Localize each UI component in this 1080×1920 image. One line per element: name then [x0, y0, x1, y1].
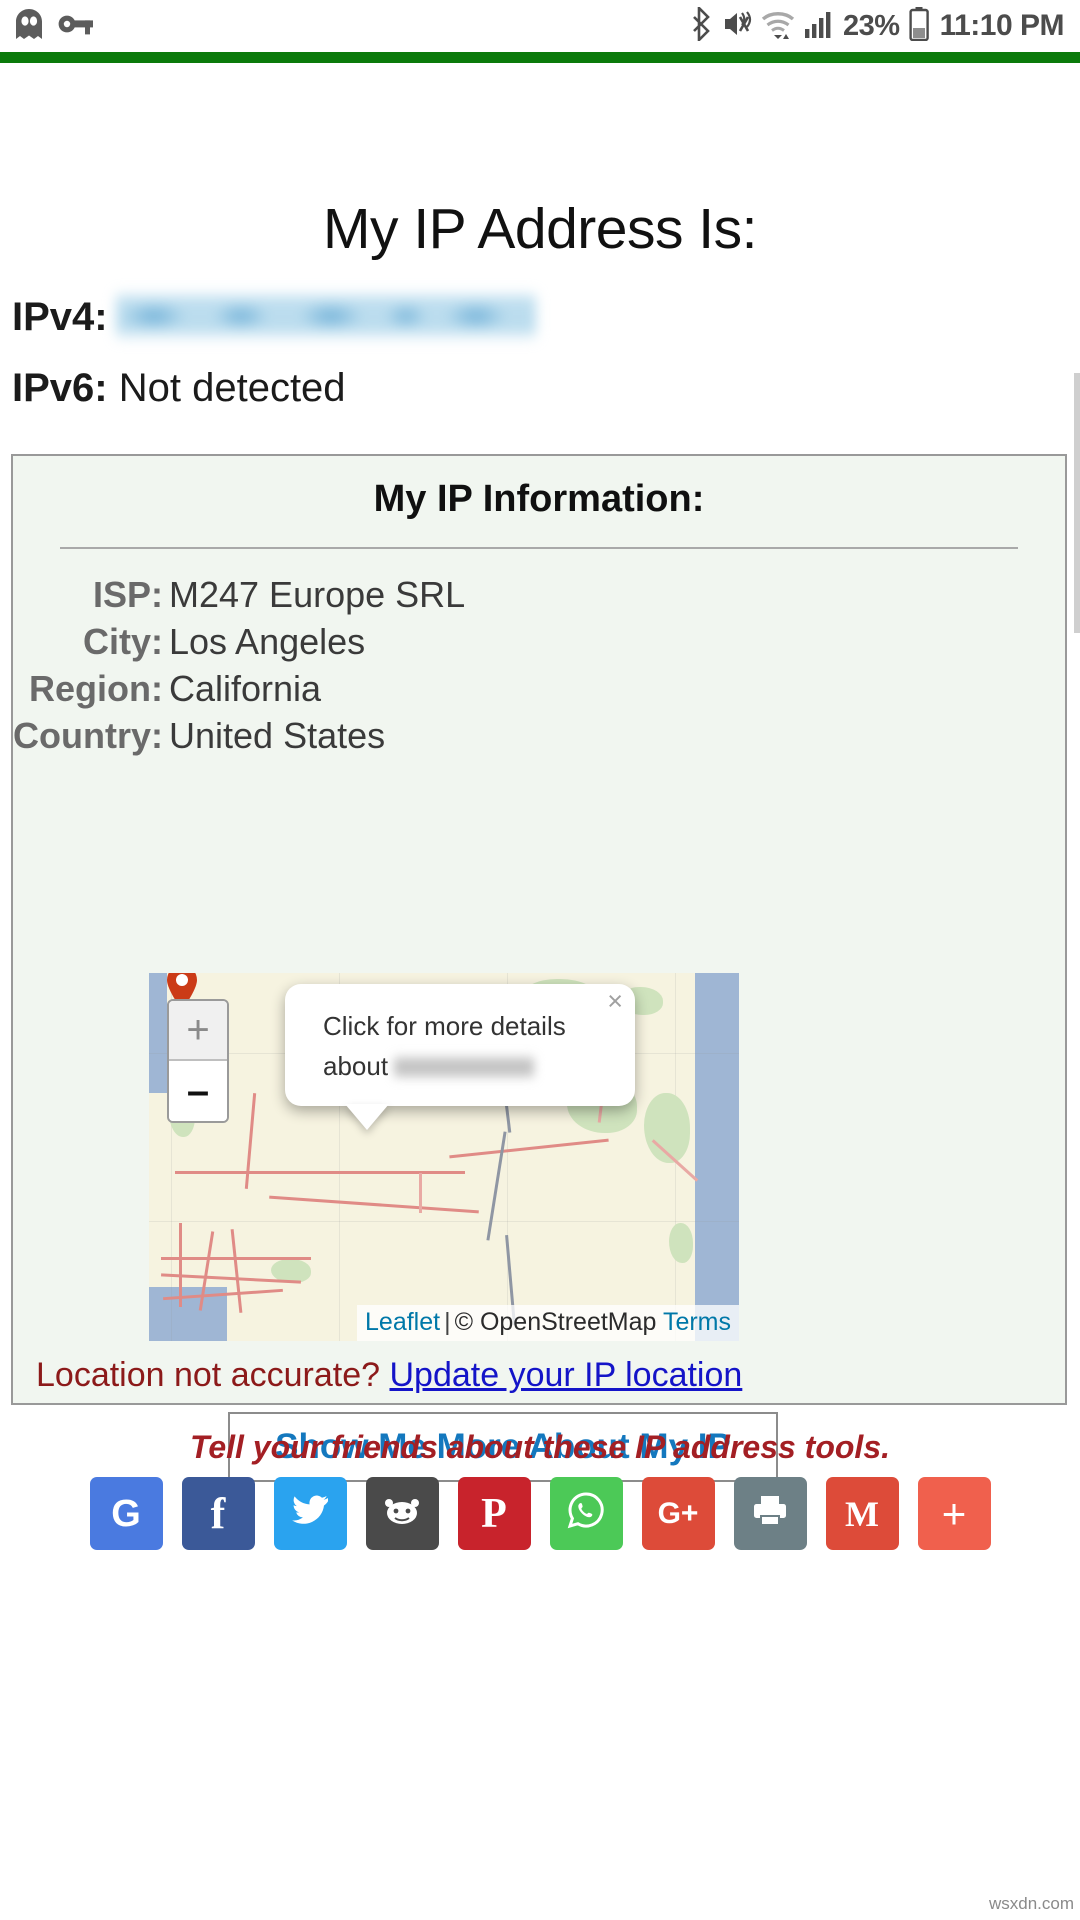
- vpn-key-icon: [58, 12, 94, 41]
- isp-value: M247 Europe SRL: [169, 574, 466, 615]
- city-label: City:: [83, 621, 163, 662]
- whatsapp-share-button[interactable]: [549, 1477, 623, 1550]
- popup-tip: [345, 1104, 389, 1130]
- share-tagline: Tell your friends about these IP address…: [190, 1429, 890, 1465]
- map-zoom-control[interactable]: + –: [167, 999, 229, 1123]
- popup-content: Click for more details about: [323, 1006, 609, 1086]
- table-row: Country: United States: [13, 712, 1065, 759]
- map-road: [161, 1257, 311, 1260]
- whatsapp-icon: [566, 1490, 606, 1537]
- table-row: City: Los Angeles: [13, 618, 1065, 665]
- zoom-out-button[interactable]: –: [169, 1061, 227, 1121]
- isp-label: ISP:: [92, 574, 163, 615]
- ipv6-row: IPv6: Not detected: [12, 368, 1080, 408]
- browser-progress-bar: [0, 52, 1080, 63]
- card-title: My IP Information:: [373, 478, 705, 520]
- leaflet-map[interactable]: + – × Click for more details about Leafl…: [149, 973, 739, 1341]
- terms-link[interactable]: Terms: [663, 1308, 731, 1336]
- pinterest-icon: P: [481, 1490, 507, 1537]
- bluetooth-icon: [691, 4, 713, 46]
- region-label: Region:: [29, 668, 163, 709]
- cell-signal-icon: [804, 9, 834, 44]
- update-ip-location-link[interactable]: Update your IP location: [389, 1356, 742, 1394]
- facebook-share-button[interactable]: f: [181, 1477, 255, 1550]
- twitter-share-button[interactable]: [273, 1477, 347, 1550]
- facebook-icon: f: [210, 1488, 226, 1538]
- printer-icon: [751, 1493, 789, 1534]
- twitter-bird-icon: [290, 1493, 330, 1534]
- location-accuracy-notice: Location not accurate? Update your IP lo…: [36, 1356, 742, 1395]
- print-page-button[interactable]: [733, 1477, 807, 1550]
- close-icon[interactable]: ×: [607, 988, 623, 1015]
- map-attribution: Leaflet | © OpenStreetMap Terms: [357, 1305, 739, 1341]
- city-value: Los Angeles: [169, 621, 366, 662]
- table-row: Region: California: [13, 665, 1065, 712]
- location-notice-text: Location not accurate?: [36, 1356, 381, 1394]
- openstreetmap-copyright: © OpenStreetMap: [454, 1308, 657, 1336]
- region-value: California: [169, 668, 322, 709]
- android-status-bar: 23% 11:10 PM: [0, 0, 1080, 52]
- table-row: ISP: M247 Europe SRL: [13, 571, 1065, 618]
- google-search-share-button[interactable]: G: [89, 1477, 163, 1550]
- country-label: Country:: [13, 715, 163, 756]
- cyberghost-vpn-icon: [14, 8, 44, 45]
- site-watermark: wsxdn.com: [988, 1894, 1074, 1913]
- googleplus-share-button[interactable]: G+: [641, 1477, 715, 1550]
- map-green-area: [669, 1223, 693, 1263]
- google-icon: G: [111, 1492, 141, 1535]
- ipv6-value: Not detected: [118, 366, 346, 410]
- page-title: My IP Address Is:: [323, 197, 757, 261]
- status-bar-right-icons: 23% 11:10 PM: [691, 0, 1065, 52]
- webpage-content: My IP Address Is: IPv4: IPv6: Not detect…: [0, 63, 1080, 1920]
- more-share-options-button[interactable]: +: [917, 1477, 991, 1550]
- pinterest-share-button[interactable]: P: [457, 1477, 531, 1550]
- attribution-separator: |: [444, 1308, 451, 1336]
- status-bar-left-icons: [0, 8, 94, 45]
- map-popup[interactable]: × Click for more details about: [285, 984, 635, 1106]
- popup-ip-redacted: [394, 1054, 535, 1080]
- leaflet-link[interactable]: Leaflet: [365, 1308, 440, 1336]
- popup-line2-prefix: about: [323, 1051, 389, 1081]
- mute-vibrate-icon: [722, 8, 752, 45]
- battery-icon: [908, 6, 929, 46]
- googleplus-icon: G+: [657, 1496, 699, 1530]
- ip-info-table: ISP: M247 Europe SRL City: Los Angeles R…: [13, 571, 1065, 759]
- ipv6-label: IPv6:: [12, 366, 108, 410]
- reddit-icon: [382, 1493, 422, 1534]
- ipv4-value-redacted: [115, 290, 536, 342]
- map-road: [179, 1223, 182, 1307]
- country-value: United States: [169, 715, 386, 756]
- card-divider: [60, 547, 1018, 549]
- plus-icon: +: [941, 1489, 967, 1537]
- ipv4-row: IPv4:: [12, 290, 1080, 342]
- social-share-row: G f P G+ M +: [0, 1477, 1080, 1550]
- ip-information-card: My IP Information: ISP: M247 Europe SRL …: [11, 454, 1067, 1482]
- map-road: [419, 1173, 422, 1213]
- wifi-icon: [761, 8, 795, 45]
- ipv4-label: IPv4:: [12, 295, 108, 339]
- gmail-icon: M: [845, 1493, 879, 1534]
- gmail-share-button[interactable]: M: [825, 1477, 899, 1550]
- reddit-share-button[interactable]: [365, 1477, 439, 1550]
- popup-line1: Click for more details: [323, 1011, 566, 1041]
- page-scrollbar[interactable]: [1074, 373, 1080, 633]
- zoom-in-button[interactable]: +: [169, 1001, 227, 1061]
- status-bar-clock: 11:10 PM: [939, 9, 1065, 42]
- battery-percent-text: 23%: [843, 9, 900, 42]
